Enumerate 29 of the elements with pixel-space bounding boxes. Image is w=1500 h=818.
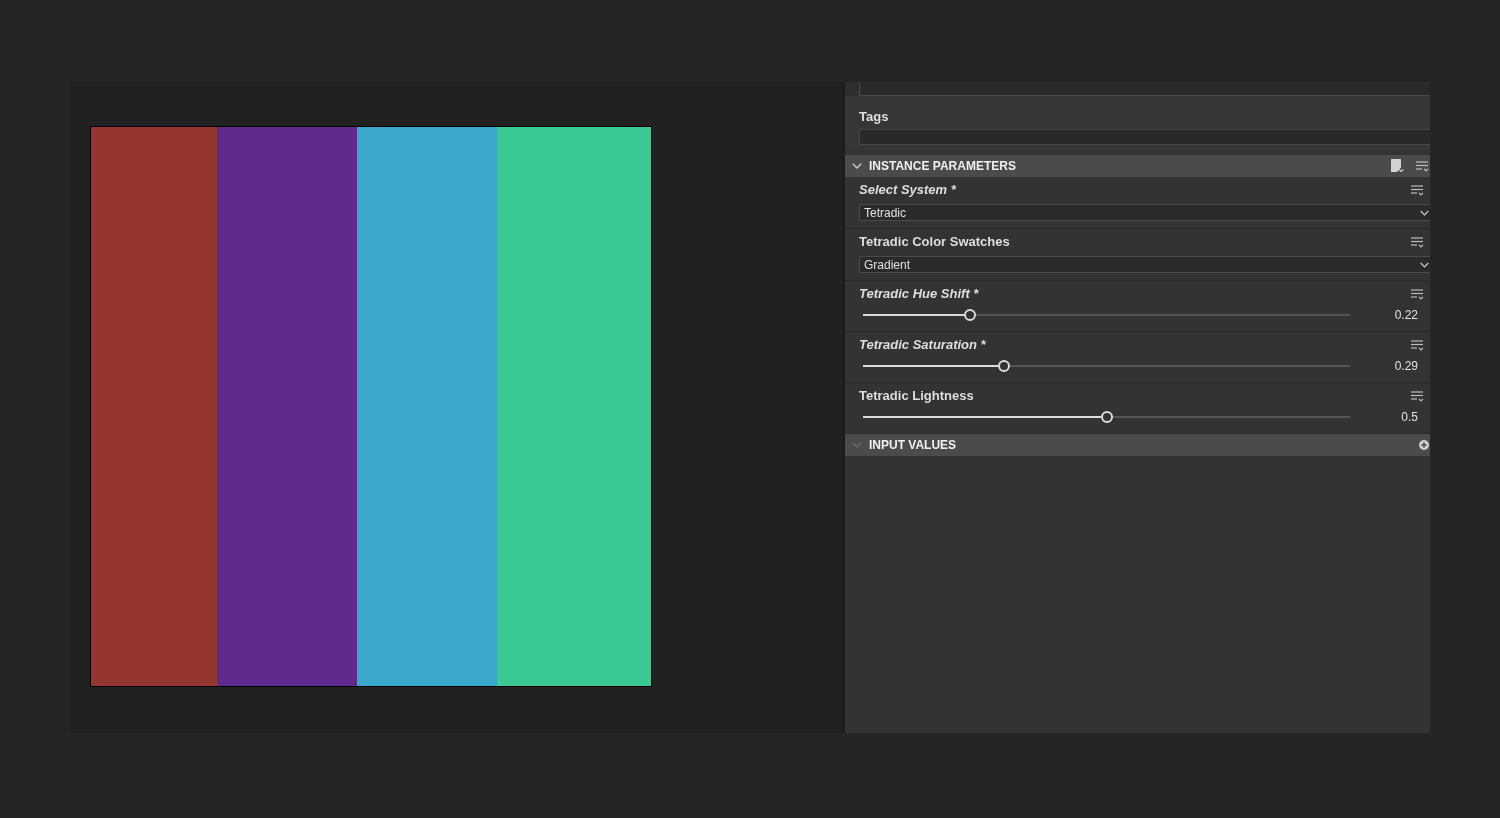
list-menu-icon[interactable] — [1411, 390, 1424, 402]
tags-field[interactable] — [859, 129, 1430, 145]
dropdown[interactable]: Tetradic — [859, 204, 1430, 221]
section-title: INPUT VALUES — [869, 438, 957, 452]
section-header[interactable]: INSTANCE PARAMETERS — [845, 155, 1430, 177]
slider-value: 0.22 — [1393, 308, 1419, 322]
list-menu-icon[interactable] — [1411, 288, 1424, 300]
text-field[interactable] — [859, 82, 1430, 96]
list-menu-icon[interactable] — [1411, 236, 1424, 248]
parameter-label: Tetradic Color Swatches — [859, 234, 1010, 250]
field-label: Tags — [859, 109, 889, 125]
parameter-label: Select System * — [859, 182, 956, 198]
caret-icon[interactable] — [1420, 209, 1429, 216]
list-menu-icon[interactable] — [1411, 184, 1424, 196]
parameter-label: Tetradic Hue Shift * — [859, 286, 979, 302]
slider-thumb[interactable] — [1100, 411, 1113, 423]
caret-icon[interactable] — [1420, 261, 1429, 268]
parameter-label: Tetradic Lightness — [859, 388, 974, 404]
parameter-label: Tetradic Saturation * — [859, 337, 986, 353]
dropdown[interactable]: Gradient — [859, 256, 1430, 273]
slider-value: 0.5 — [1400, 410, 1419, 424]
slider-value: 0.29 — [1393, 359, 1419, 373]
page-icon[interactable] — [1391, 159, 1404, 173]
list-menu-icon[interactable] — [1416, 160, 1429, 172]
section-title: INSTANCE PARAMETERS — [869, 159, 1016, 173]
slider-thumb[interactable] — [964, 309, 977, 321]
add-icon[interactable] — [1419, 440, 1429, 450]
list-menu-icon[interactable] — [1411, 339, 1424, 351]
slider-thumb[interactable] — [998, 360, 1011, 372]
